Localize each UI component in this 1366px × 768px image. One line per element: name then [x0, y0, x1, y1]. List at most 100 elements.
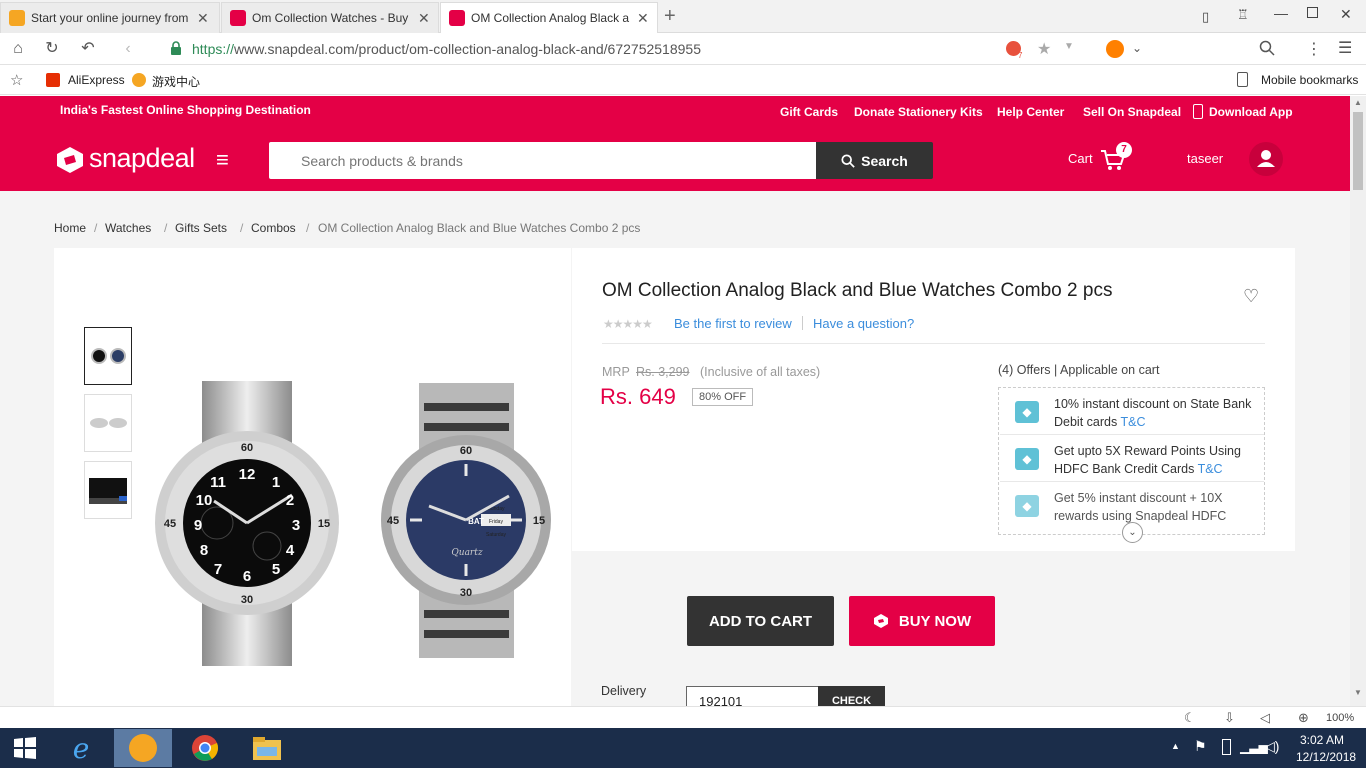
tab-title: OM Collection Analog Black a — [471, 11, 630, 25]
download-icon[interactable]: ⇩ — [1224, 710, 1235, 726]
breadcrumb-home[interactable]: Home — [54, 221, 86, 235]
search-icon[interactable] — [1259, 40, 1275, 59]
link-donate-stationery[interactable]: Donate Stationery Kits — [854, 105, 983, 119]
link-help-center[interactable]: Help Center — [997, 105, 1064, 119]
product-gallery: 60 15 30 45 12 11 1 10 2 9 3 8 4 7 5 6 BAT Sunday F… — [54, 248, 571, 718]
thumbnail-1[interactable] — [84, 327, 132, 385]
tax-note: (Inclusive of all taxes) — [700, 365, 821, 379]
browser-tab[interactable]: Om Collection Watches - Buy ✕ — [221, 2, 439, 33]
add-to-cart-button[interactable]: ADD TO CART — [687, 596, 834, 646]
snapdeal-logo-icon — [873, 614, 888, 628]
close-icon[interactable]: ✕ — [418, 10, 430, 27]
link-sell-on-snapdeal[interactable]: Sell On Snapdeal — [1083, 105, 1181, 119]
skin-icon[interactable]: ♖ — [1237, 7, 1249, 23]
watch-numeral: 60 — [460, 445, 472, 457]
lock-icon — [170, 41, 182, 55]
offer-item[interactable]: ◆ 10% instant discount on State Bank Deb… — [1000, 389, 1264, 435]
night-mode-icon[interactable]: ☾ — [1184, 710, 1196, 726]
thumbnail-3[interactable] — [84, 461, 132, 519]
bookmark-star-icon[interactable]: ☆ — [10, 71, 23, 89]
thumbnail-image — [91, 348, 126, 364]
buy-now-button[interactable]: BUY NOW — [849, 596, 995, 646]
site-logo[interactable]: snapdeal — [89, 143, 195, 174]
offer-tag-icon: ◆ — [1015, 495, 1039, 517]
scroll-up-icon[interactable]: ▲ — [1354, 98, 1362, 107]
chevron-down-icon[interactable]: ⌄ — [1132, 41, 1142, 55]
maximize-icon[interactable] — [1307, 7, 1318, 18]
reload-icon[interactable]: ↻ — [42, 39, 62, 59]
question-link[interactable]: Have a question? — [813, 316, 914, 331]
bookmark-game-center[interactable]: 游戏中心 — [152, 73, 200, 90]
breadcrumb-gifts-sets[interactable]: Gifts Sets — [175, 221, 227, 235]
taskbar-file-explorer[interactable] — [238, 729, 296, 767]
zoom-icon[interactable]: ⊕ — [1298, 710, 1309, 726]
page-scrollbar[interactable]: ▲ ▼ — [1350, 96, 1366, 706]
start-button[interactable] — [0, 729, 50, 767]
tray-expand-icon[interactable]: ▲ — [1171, 741, 1180, 751]
taskbar-chrome[interactable] — [176, 729, 234, 767]
offer-tc-link[interactable]: T&C — [1198, 462, 1223, 476]
offer-item[interactable]: ◆ Get upto 5X Reward Points Using HDFC B… — [1000, 436, 1264, 482]
close-icon[interactable]: ✕ — [637, 10, 649, 27]
undo-icon[interactable]: ↶ — [78, 39, 98, 59]
link-gift-cards[interactable]: Gift Cards — [780, 105, 838, 119]
mobile-bookmarks[interactable]: Mobile bookmarks — [1261, 73, 1358, 87]
watch-numeral: Friday — [489, 519, 503, 525]
search-button[interactable]: Search — [816, 142, 933, 179]
minimize-icon[interactable]: — — [1274, 5, 1288, 21]
bookmark-aliexpress[interactable]: AliExpress — [68, 73, 125, 87]
more-icon[interactable]: ⋮ — [1306, 39, 1322, 59]
scrollbar-thumb[interactable] — [1353, 112, 1363, 190]
volume-icon[interactable]: ◁ — [1260, 710, 1270, 726]
breadcrumb-combos[interactable]: Combos — [251, 221, 296, 235]
browser-tab-active[interactable]: OM Collection Analog Black a ✕ — [440, 2, 658, 33]
action-center-flag-icon[interactable]: ⚑ — [1194, 738, 1207, 755]
battery-icon[interactable] — [1222, 739, 1231, 755]
wishlist-heart-icon[interactable]: ♡ — [1243, 286, 1259, 307]
hamburger-menu-icon[interactable]: ≡ — [216, 147, 229, 173]
breadcrumb-watches[interactable]: Watches — [105, 221, 151, 235]
offer-tc-link[interactable]: T&C — [1120, 415, 1145, 429]
offers-expand-chevron-icon[interactable]: ⌄ — [1122, 522, 1143, 543]
taskbar-uc-browser[interactable] — [114, 729, 172, 767]
speaker-icon[interactable]: ◁) — [1264, 738, 1279, 755]
sidebar-toggle-icon[interactable]: ▯ — [1202, 9, 1209, 25]
uc-browser-icon — [129, 734, 157, 762]
watch-numeral: 30 — [241, 594, 253, 606]
mrp-value: Rs. 3,299 — [636, 365, 690, 379]
watch-numeral: 8 — [200, 542, 208, 559]
scroll-down-icon[interactable]: ▼ — [1354, 688, 1362, 697]
avatar[interactable] — [1249, 142, 1283, 176]
check-button[interactable]: CHECK — [818, 686, 885, 708]
clock-date[interactable]: 12/12/2018 — [1296, 750, 1356, 764]
mobile-icon — [1237, 72, 1248, 87]
home-icon[interactable]: ⌂ — [8, 39, 28, 59]
thumbnail-2[interactable] — [84, 394, 132, 452]
new-tab-icon[interactable]: + — [664, 5, 676, 28]
link-download-app[interactable]: Download App — [1209, 105, 1293, 119]
rating-stars: ★★★★★ — [603, 317, 653, 331]
back-icon[interactable]: ‹ — [118, 39, 138, 59]
close-icon[interactable]: ✕ — [197, 10, 209, 27]
watch-numeral: 4 — [286, 542, 295, 559]
search-input-field[interactable] — [269, 142, 816, 179]
cart-label[interactable]: Cart — [1068, 151, 1093, 166]
search-engine-icon[interactable] — [1106, 40, 1124, 58]
zoom-level[interactable]: 100% — [1326, 712, 1354, 724]
offer-text: 10% instant discount on State Bank Debit… — [1054, 397, 1252, 429]
clock-time[interactable]: 3:02 AM — [1300, 733, 1344, 747]
product-image-black-watch: 60 15 30 45 1211 110 29 38 47 56 — [155, 381, 339, 666]
taskbar-ie[interactable]: e — [52, 729, 110, 767]
chevron-down-icon[interactable]: ▼ — [1064, 41, 1074, 52]
close-window-icon[interactable]: ✕ — [1340, 6, 1352, 23]
review-link[interactable]: Be the first to review — [674, 316, 792, 331]
pincode-input[interactable]: 192101 — [686, 686, 819, 709]
menu-icon[interactable]: ☰ — [1338, 38, 1352, 58]
user-name[interactable]: taseer — [1187, 151, 1223, 166]
browser-tab[interactable]: Start your online journey from ✕ — [0, 2, 220, 33]
snapdeal-logo-icon[interactable] — [55, 145, 85, 178]
product-image-blue-watch: BAT Sunday Friday Saturday Quartz 60 15 … — [381, 383, 551, 658]
url-field[interactable]: https://www.snapdeal.com/product/om-coll… — [192, 41, 701, 57]
star-icon[interactable]: ★ — [1037, 39, 1051, 59]
search-input[interactable] — [269, 142, 816, 179]
